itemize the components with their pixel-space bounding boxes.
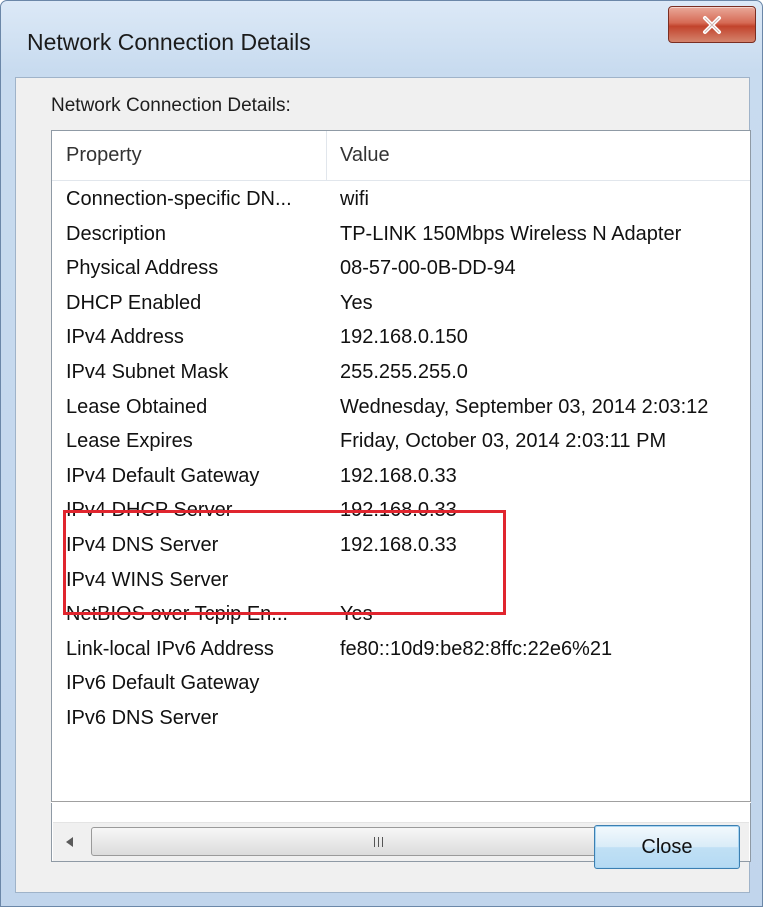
list-row[interactable]: IPv4 DHCP Server 192.168.0.33: [52, 493, 750, 528]
row-property: IPv6 Default Gateway: [66, 672, 260, 695]
list-row[interactable]: Lease Expires Friday, October 03, 2014 2:…: [52, 424, 750, 459]
list-row[interactable]: IPv4 WINS Server: [52, 563, 750, 598]
row-property: DHCP Enabled: [66, 291, 202, 314]
row-value: [340, 563, 750, 598]
row-value: 08-57-00-0B-DD-94: [340, 257, 516, 280]
row-property: IPv6 DNS Server: [66, 706, 219, 729]
scroll-left-arrow-icon: [66, 836, 73, 847]
list-row[interactable]: IPv4 Default Gateway 192.168.0.33: [52, 459, 750, 494]
row-value: 255.255.255.0: [340, 360, 468, 383]
row-value: fe80::10d9:be82:8ffc:22e6%21: [340, 637, 613, 660]
row-property: IPv4 Default Gateway: [66, 464, 260, 487]
window-title: Network Connection Details: [27, 29, 311, 55]
row-value: 192.168.0.33: [340, 499, 457, 522]
close-button[interactable]: Close: [594, 825, 740, 869]
row-value: 192.168.0.33: [340, 533, 457, 556]
list-row[interactable]: IPv6 Default Gateway: [52, 666, 750, 701]
row-value: Friday, October 03, 2014 2:03:11 PM: [340, 430, 667, 453]
row-value: Yes: [340, 291, 373, 314]
row-property: Lease Expires: [66, 430, 193, 453]
list-header: Property Value: [52, 131, 750, 181]
list-row[interactable]: Connection-specific DN... wifi: [52, 182, 750, 217]
list-row[interactable]: IPv4 DNS Server 192.168.0.33: [52, 528, 750, 563]
list-row[interactable]: NetBIOS over Tcpip En... Yes: [52, 597, 750, 632]
row-property: Link-local IPv6 Address: [66, 637, 274, 660]
row-value: 192.168.0.150: [340, 326, 468, 349]
row-value: wifi: [340, 188, 369, 210]
row-property: IPv4 WINS Server: [66, 568, 229, 591]
details-group-label: Network Connection Details:: [51, 95, 291, 116]
details-list-view[interactable]: Property Value Connection-specific DN...…: [51, 130, 751, 862]
row-property: Description: [66, 222, 167, 245]
list-row[interactable]: Description TP-LINK 150Mbps Wireless N Ad…: [52, 217, 750, 252]
window-close-button[interactable]: [668, 6, 756, 43]
title-bar[interactable]: Network Connection Details: [1, 1, 762, 77]
row-property: Connection-specific DN...: [66, 188, 292, 210]
list-row[interactable]: IPv4 Address 192.168.0.150: [52, 320, 750, 355]
list-row[interactable]: IPv6 DNS Server: [52, 701, 750, 736]
scroll-left-button[interactable]: [53, 824, 87, 859]
row-property: IPv4 DHCP Server: [66, 499, 233, 522]
row-value: [340, 701, 750, 736]
dialog-window: Network Connection Details Network Conne…: [0, 0, 763, 907]
grip-icon: [373, 836, 383, 847]
column-header-property[interactable]: Property: [52, 131, 327, 180]
list-row[interactable]: Physical Address 08-57-00-0B-DD-94: [52, 251, 750, 286]
row-property: IPv4 Address: [66, 326, 184, 349]
scroll-thumb[interactable]: [91, 827, 665, 856]
row-property: Physical Address: [66, 257, 219, 280]
list-row[interactable]: Link-local IPv6 Address fe80::10d9:be82:8…: [52, 632, 750, 667]
close-x-icon: [703, 15, 721, 34]
dialog-client-area: Network Connection Details: Property Val…: [15, 77, 751, 893]
list-rows: Connection-specific DN... wifi Description…: [52, 182, 750, 736]
row-property: NetBIOS over Tcpip En...: [66, 603, 288, 626]
row-value: 192.168.0.33: [340, 464, 457, 487]
row-property: Lease Obtained: [66, 395, 208, 418]
separator-line: [51, 801, 751, 803]
list-row[interactable]: Lease Obtained Wednesday, September 03, 2…: [52, 390, 750, 425]
row-property: IPv4 Subnet Mask: [66, 360, 229, 383]
row-value: [340, 666, 750, 701]
list-row[interactable]: IPv4 Subnet Mask 255.255.255.0: [52, 355, 750, 390]
row-value: Yes: [340, 603, 373, 626]
row-property: IPv4 DNS Server: [66, 533, 219, 556]
list-row[interactable]: DHCP Enabled Yes: [52, 286, 750, 321]
row-value: Wednesday, September 03, 2014 2:03:12: [340, 395, 709, 418]
column-header-value[interactable]: Value: [328, 131, 750, 180]
row-value: TP-LINK 150Mbps Wireless N Adapter: [340, 222, 682, 245]
